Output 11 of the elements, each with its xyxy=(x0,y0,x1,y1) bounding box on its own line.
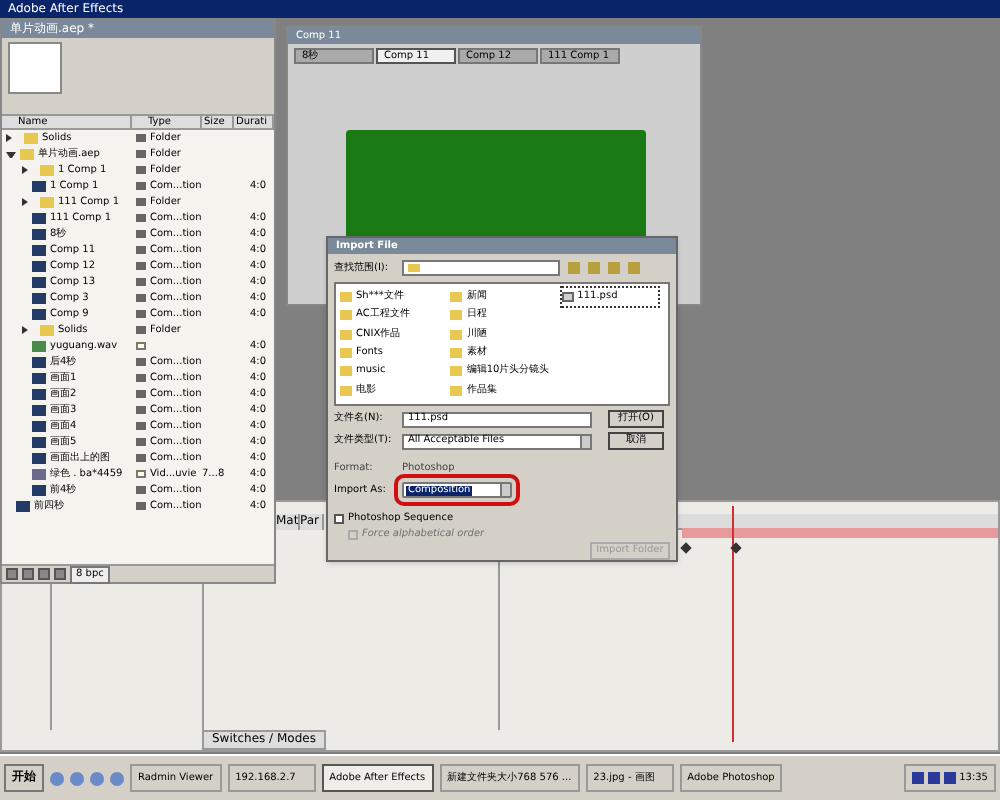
collapse-triangle-icon[interactable] xyxy=(6,134,16,142)
collapse-triangle-icon[interactable] xyxy=(22,198,32,206)
file-icon xyxy=(561,292,574,302)
checkbox[interactable] xyxy=(334,514,344,524)
thumbnail-preview xyxy=(8,42,62,94)
collapse-triangle-icon[interactable] xyxy=(22,166,32,174)
file-icon xyxy=(32,468,46,480)
keyframe-icon xyxy=(679,542,691,554)
collapse-triangle-icon[interactable] xyxy=(22,326,32,334)
keyframe-icon xyxy=(729,542,741,554)
look-in-dropdown[interactable] xyxy=(402,260,560,276)
